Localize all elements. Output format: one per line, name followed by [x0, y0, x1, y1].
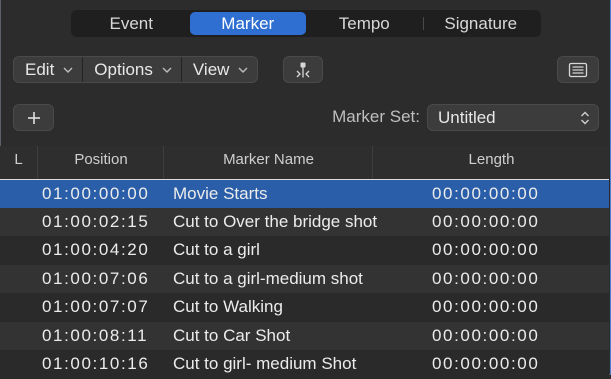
tab-marker[interactable]: Marker: [189, 12, 306, 35]
length-cell: 00:00:00:00: [432, 184, 540, 203]
table-header: L Position Marker Name Length: [0, 146, 609, 180]
menu-group: Edit Options View: [13, 56, 259, 83]
list-type-tabs: Event Marker Tempo Signature: [71, 10, 541, 37]
tab-signature[interactable]: Signature: [422, 12, 540, 35]
marker-set-label: Marker Set:: [332, 107, 420, 126]
toolbar: Edit Options View: [13, 56, 259, 83]
marker-filter-button[interactable]: [283, 56, 323, 83]
position-cell: 01:00:07:07: [42, 297, 150, 316]
marker-name-cell: Cut to a girl: [173, 240, 260, 259]
marker-list: 01:00:00:00 Movie Starts 00:00:00:00 01:00:…: [0, 179, 609, 379]
marker-set-value: Untitled: [438, 108, 496, 127]
chevron-down-icon: [238, 67, 248, 73]
header-length[interactable]: Length: [372, 146, 610, 179]
options-menu-label: Options: [94, 59, 153, 79]
chevron-down-icon: [162, 67, 172, 73]
header-marker-name[interactable]: Marker Name: [163, 146, 373, 179]
marker-name-cell: Cut to a girl-medium shot: [173, 268, 363, 288]
position-cell: 01:00:10:16: [42, 354, 150, 373]
header-lock[interactable]: L: [0, 146, 37, 179]
tab-tempo[interactable]: Tempo: [306, 12, 423, 35]
position-cell: 01:00:08:11: [42, 325, 149, 345]
header-position[interactable]: Position: [37, 146, 164, 179]
marker-set-select[interactable]: Untitled: [427, 104, 599, 131]
table-row[interactable]: 01:00:00:00 Movie Starts 00:00:00:00: [0, 179, 609, 208]
add-marker-button[interactable]: [13, 104, 54, 131]
length-cell: 00:00:00:00: [432, 240, 540, 259]
edit-menu[interactable]: Edit: [14, 57, 84, 82]
marker-name-cell: Cut to girl- medium Shot: [173, 354, 357, 373]
length-cell: 00:00:00:00: [432, 354, 540, 373]
view-menu-label: View: [192, 59, 230, 79]
length-cell: 00:00:00:00: [432, 211, 540, 231]
length-cell: 00:00:00:00: [432, 325, 540, 345]
marker-name-cell: Cut to Walking: [173, 297, 283, 316]
length-cell: 00:00:00:00: [432, 297, 540, 316]
list-view-button[interactable]: [557, 56, 599, 83]
plus-icon: [27, 111, 40, 124]
position-cell: 01:00:02:15: [42, 211, 150, 231]
marker-filter-icon: [296, 62, 310, 77]
tab-event[interactable]: Event: [73, 12, 190, 35]
position-cell: 01:00:07:06: [42, 268, 150, 288]
chevron-updown-icon: [581, 111, 589, 125]
table-row[interactable]: 01:00:04:20 Cut to a girl 00:00:00:00: [0, 236, 609, 265]
table-row[interactable]: 01:00:07:07 Cut to Walking 00:00:00:00: [0, 293, 609, 322]
chevron-down-icon: [63, 67, 73, 73]
table-row[interactable]: 01:00:07:06 Cut to a girl-medium shot 00:0…: [0, 264, 609, 293]
table-row[interactable]: 01:00:02:15 Cut to Over the bridge shot 00…: [0, 207, 609, 236]
view-menu[interactable]: View: [182, 57, 258, 82]
marker-name-cell: Movie Starts: [173, 184, 268, 203]
list-view-icon: [568, 62, 588, 77]
position-cell: 01:00:04:20: [42, 240, 150, 259]
table-row[interactable]: 01:00:10:16 Cut to girl- medium Shot 00:00…: [0, 350, 609, 379]
length-cell: 00:00:00:00: [432, 268, 540, 288]
options-menu[interactable]: Options: [83, 57, 182, 82]
marker-name-cell: Cut to Over the bridge shot: [173, 211, 378, 231]
edit-menu-label: Edit: [25, 59, 55, 79]
position-cell: 01:00:00:00: [42, 184, 150, 203]
marker-name-cell: Cut to Car Shot: [173, 325, 291, 345]
table-row[interactable]: 01:00:08:11 Cut to Car Shot 00:00:00:00: [0, 321, 609, 350]
